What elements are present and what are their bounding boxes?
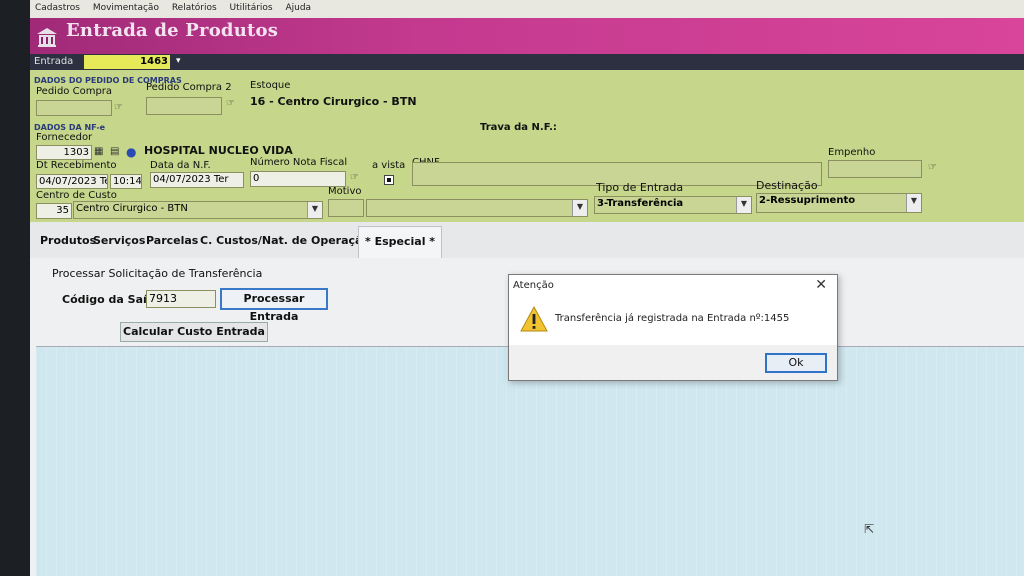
dt-recebimento-label: Dt Recebimento xyxy=(36,160,117,171)
calcular-custo-button[interactable]: Calcular Custo Entrada xyxy=(120,322,268,342)
pointer-hand-icon[interactable]: ☞ xyxy=(928,162,937,173)
destinacao-value: 2-Ressuprimento xyxy=(759,195,856,206)
tab-bar: Produtos Serviços Parcelas C. Custos/Nat… xyxy=(30,222,1024,258)
chevron-down-icon[interactable]: ▼ xyxy=(572,200,587,216)
entrada-dropdown-icon[interactable]: ▾ xyxy=(176,56,181,66)
search-icon[interactable]: ▦ xyxy=(94,146,103,157)
motivo-select[interactable]: ▼ xyxy=(366,199,588,217)
motivo-label: Motivo xyxy=(328,186,362,197)
warning-icon xyxy=(520,305,548,332)
chevron-down-icon[interactable]: ▼ xyxy=(906,194,921,212)
tab-parcelas[interactable]: Parcelas xyxy=(146,234,198,247)
pointer-hand-icon[interactable]: ☞ xyxy=(350,172,359,183)
data-nf-label: Data da N.F. xyxy=(150,160,211,171)
processar-entrada-button[interactable]: Processar Entrada xyxy=(220,288,328,323)
destinacao-select[interactable]: 2-Ressuprimento ▼ xyxy=(756,193,922,213)
tab-servicos[interactable]: Serviços xyxy=(93,234,145,247)
info-icon[interactable]: ● xyxy=(126,145,136,159)
page-title: Entrada de Produtos xyxy=(66,20,279,41)
dialog-title: Atenção xyxy=(513,280,554,291)
pedido-compra-label: Pedido Compra xyxy=(36,86,113,97)
pedido-compra2-label: Pedido Compra 2 xyxy=(146,82,232,93)
centro-custo-select[interactable]: Centro Cirurgico - BTN ▼ xyxy=(73,201,323,219)
dt-recebimento-time[interactable]: 10:14 xyxy=(110,174,142,189)
nf-section-title: DADOS DA NF-e xyxy=(34,123,106,132)
fornecedor-code[interactable]: 1303 xyxy=(36,145,92,160)
fornecedor-name: HOSPITAL NUCLEO VIDA xyxy=(144,144,293,157)
codigo-saida-input[interactable]: 7913 xyxy=(146,290,216,308)
trava-nf-label: Trava da N.F.: xyxy=(480,122,557,133)
tab-especial[interactable]: * Especial * xyxy=(358,226,443,258)
a-vista-checkbox[interactable] xyxy=(384,175,394,185)
tipo-entrada-value: 3-Transferência xyxy=(597,198,684,209)
ok-button[interactable]: Ok xyxy=(765,353,827,373)
building-icon xyxy=(37,28,57,47)
menu-bar: Cadastros Movimentação Relatórios Utilit… xyxy=(30,0,1024,18)
tab-produtos[interactable]: Produtos xyxy=(40,234,96,247)
transfer-heading: Processar Solicitação de Transferência xyxy=(52,267,263,280)
pedido-compra2-input[interactable] xyxy=(146,97,222,115)
menu-ajuda[interactable]: Ajuda xyxy=(280,0,316,13)
motivo-code[interactable] xyxy=(328,199,364,217)
numero-nf-label: Número Nota Fiscal xyxy=(250,157,348,168)
empenho-label: Empenho xyxy=(828,147,876,158)
menu-movimentacao[interactable]: Movimentação xyxy=(88,0,164,13)
data-nf-input[interactable]: 04/07/2023 Ter xyxy=(150,172,244,188)
pedido-section: DADOS DO PEDIDO DE COMPRAS Pedido Compra… xyxy=(30,70,1024,120)
pointer-hand-icon[interactable]: ☞ xyxy=(114,102,123,113)
list-icon[interactable]: ▤ xyxy=(110,146,119,157)
entrada-bar: Entrada 1463 ▾ xyxy=(30,54,1024,70)
app-window: Cadastros Movimentação Relatórios Utilit… xyxy=(30,0,1024,576)
menu-cadastros[interactable]: Cadastros xyxy=(30,0,85,13)
numero-nf-input[interactable]: 0 xyxy=(250,171,346,187)
title-banner: Entrada de Produtos xyxy=(30,18,1024,54)
fornecedor-label: Fornecedor xyxy=(36,132,93,143)
entrada-label: Entrada xyxy=(34,56,74,67)
destinacao-label: Destinação xyxy=(756,179,818,192)
menu-relatorios[interactable]: Relatórios xyxy=(167,0,222,13)
centro-custo-value: Centro Cirurgico - BTN xyxy=(76,203,188,214)
tipo-entrada-select[interactable]: 3-Transferência ▼ xyxy=(594,196,752,214)
alert-dialog: Atenção ✕ Transferência já registrada na… xyxy=(508,274,838,381)
pedido-compra-input[interactable] xyxy=(36,100,112,116)
mouse-cursor-icon: ⇱ xyxy=(864,522,875,536)
menu-utilitarios[interactable]: Utilitários xyxy=(225,0,278,13)
dialog-body: Transferência já registrada na Entrada n… xyxy=(509,297,837,343)
tipo-entrada-label: Tipo de Entrada xyxy=(596,181,684,194)
dt-recebimento-date[interactable]: 04/07/2023 Ter xyxy=(36,174,108,189)
estoque-value: 16 - Centro Cirurgico - BTN xyxy=(250,95,417,108)
a-vista-label: a vista xyxy=(372,160,406,171)
dialog-footer: Ok xyxy=(509,345,837,380)
centro-custo-code[interactable]: 35 xyxy=(36,203,72,219)
entrada-number[interactable]: 1463 xyxy=(84,55,170,69)
close-icon[interactable]: ✕ xyxy=(815,277,827,293)
centro-custo-label: Centro de Custo xyxy=(36,190,117,201)
chevron-down-icon[interactable]: ▼ xyxy=(307,202,322,218)
dialog-message: Transferência já registrada na Entrada n… xyxy=(555,313,790,324)
chevron-down-icon[interactable]: ▼ xyxy=(736,197,751,213)
nf-section: DADOS DA NF-e Trava da N.F.: Fornecedor … xyxy=(30,120,1024,222)
empenho-input[interactable] xyxy=(828,160,922,178)
estoque-label: Estoque xyxy=(250,80,291,91)
tab-custos-natureza[interactable]: C. Custos/Nat. de Operação xyxy=(200,234,370,247)
pointer-hand-icon[interactable]: ☞ xyxy=(226,98,235,109)
